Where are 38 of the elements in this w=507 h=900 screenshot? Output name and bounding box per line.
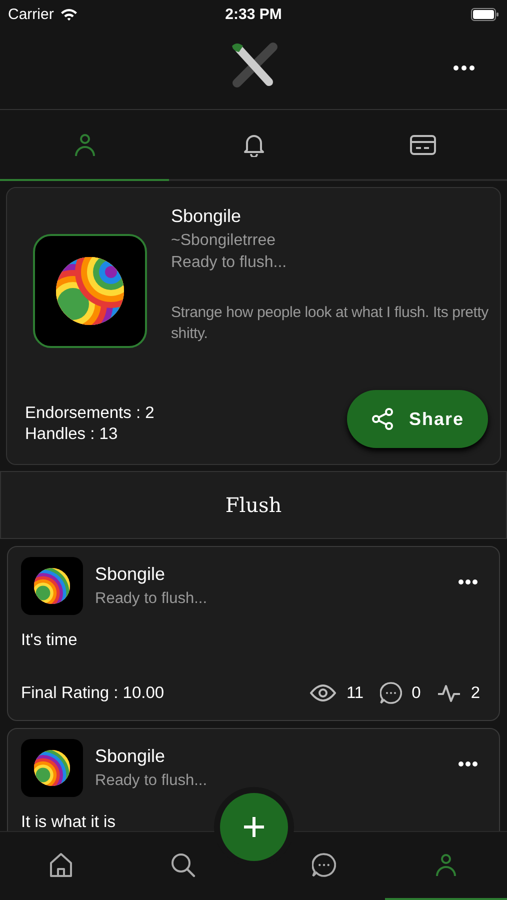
- share-icon: [370, 407, 395, 431]
- carrier-label: Carrier: [8, 6, 54, 22]
- person-icon: [435, 853, 458, 877]
- views-count: 11: [346, 684, 364, 702]
- wifi-icon: [60, 8, 78, 20]
- search-icon: [170, 852, 196, 878]
- handles-count: Handles : 13: [25, 424, 119, 445]
- section-title: Flush: [225, 493, 282, 517]
- plus-icon: [242, 815, 266, 839]
- comments-count: 0: [412, 684, 421, 702]
- chat-icon: [312, 853, 336, 877]
- add-button[interactable]: [220, 793, 288, 861]
- post-text: It's time: [21, 631, 78, 650]
- more-icon[interactable]: [453, 65, 475, 71]
- more-icon[interactable]: [458, 761, 478, 767]
- profile-status: Ready to flush...: [171, 254, 288, 272]
- activity-count: 2: [470, 684, 480, 702]
- battery-icon: [471, 8, 499, 20]
- final-rating: Final Rating : 10.00: [21, 684, 164, 702]
- post-text: It is what it is: [21, 813, 116, 832]
- author-status: Ready to flush...: [95, 590, 208, 608]
- home-icon: [48, 852, 74, 878]
- author-name: Sbongile: [95, 564, 166, 585]
- share-button[interactable]: Share: [346, 390, 488, 448]
- endorsements-count: Endorsements : 2: [25, 403, 154, 424]
- comment-icon: [380, 682, 402, 704]
- clock-time: 2:33 PM: [224, 6, 283, 22]
- bell-icon: [242, 132, 264, 156]
- profile-name: Sbongile: [171, 206, 242, 227]
- profile-handle: ~Sbongiletrree: [171, 232, 277, 250]
- pulse-icon: [436, 683, 461, 703]
- author-status: Ready to flush...: [95, 772, 208, 790]
- profile-bio: Strange how people look at what I flush. Its pretty shitty.: [171, 303, 490, 344]
- more-icon[interactable]: [458, 579, 478, 585]
- author-name: Sbongile: [95, 746, 166, 767]
- card-icon: [410, 134, 436, 154]
- person-icon: [74, 132, 96, 156]
- eye-icon: [310, 684, 336, 702]
